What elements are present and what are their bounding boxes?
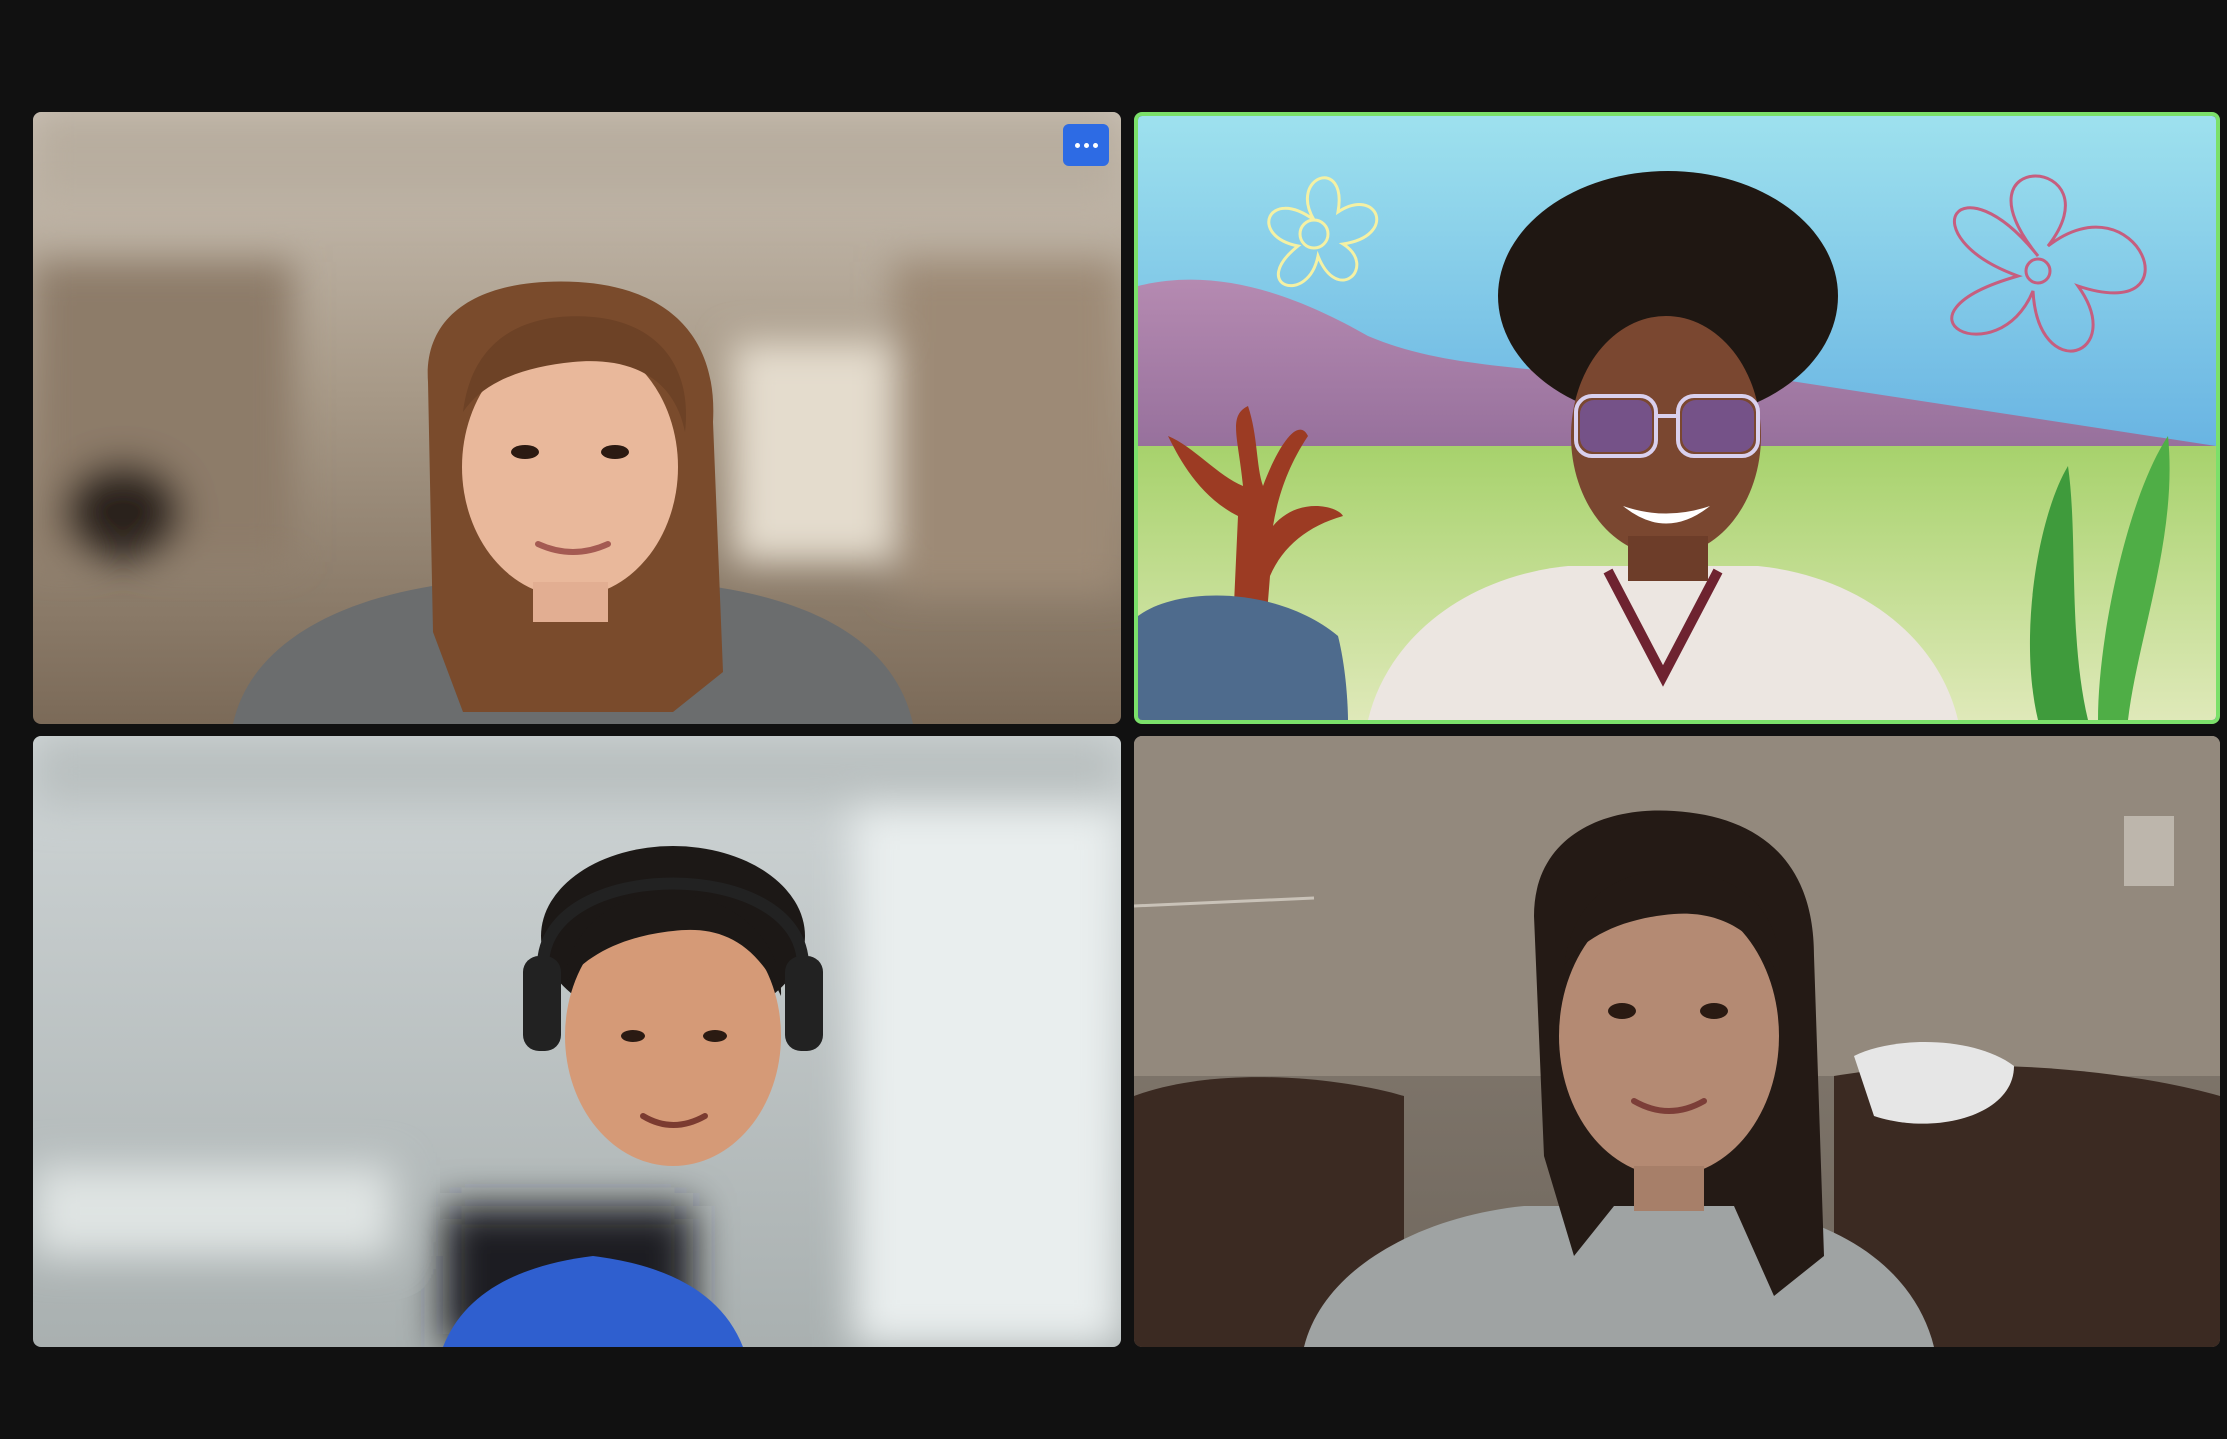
video-tile-participant-2-active-speaker[interactable] xyxy=(1134,112,2220,724)
participant-4-video-feed xyxy=(1134,736,2220,1347)
more-options-icon xyxy=(1074,142,1098,148)
participant-2-video-feed xyxy=(1138,116,2216,720)
more-options-button[interactable] xyxy=(1063,124,1109,166)
gallery-view xyxy=(0,0,2227,1439)
video-tile-participant-4[interactable] xyxy=(1134,736,2220,1347)
participant-1-video-feed xyxy=(33,112,1121,724)
video-tile-participant-3[interactable] xyxy=(33,736,1121,1347)
participant-3-video-feed xyxy=(33,736,1121,1347)
video-tile-participant-1[interactable] xyxy=(33,112,1121,724)
